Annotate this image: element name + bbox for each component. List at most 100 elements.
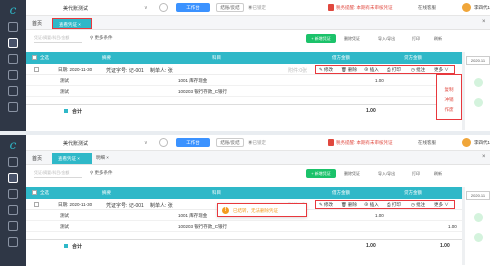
table-row: 测试 1001 库存现金 1.00 xyxy=(26,75,462,86)
row-summary: 测试 xyxy=(60,89,69,94)
tax-warning[interactable]: 税务提醒: 本期有未审核凭证 xyxy=(336,5,393,11)
voucher-icon[interactable] xyxy=(8,38,18,48)
select-all-checkbox[interactable] xyxy=(32,55,37,60)
report-icon[interactable] xyxy=(8,70,18,80)
total-row: 合计 1.00 1.00 xyxy=(26,104,462,116)
batch-delete-button[interactable]: 删除凭证 xyxy=(344,36,360,42)
new-voucher-button[interactable]: + 新增凭证 xyxy=(306,169,336,178)
new-voucher-button[interactable]: + 新增凭证 xyxy=(306,34,336,43)
tab-bar: 首页 查看凭证 × 明细 × × xyxy=(26,151,490,165)
account-icon[interactable] xyxy=(8,54,18,64)
settings-icon[interactable] xyxy=(8,102,18,112)
table-header: 全选 摘要 科目 借方金额 贷方金额 xyxy=(26,52,462,64)
tab-view-voucher[interactable]: 查看凭证 × xyxy=(52,18,92,29)
edit-button[interactable]: ✎ 修改 xyxy=(319,67,333,73)
status-badge xyxy=(474,233,483,242)
header-summary: 摘要 xyxy=(102,190,111,195)
print-voucher-button[interactable]: ⎙ 打印 xyxy=(387,67,401,73)
header-summary: 摘要 xyxy=(102,55,111,60)
voucher-attachments: 附件:0张 xyxy=(288,68,308,74)
support-link[interactable]: 在线客服 xyxy=(418,140,436,146)
menu-item-copy[interactable]: 复制 xyxy=(437,87,461,93)
insert-button[interactable]: ⊕ 插入 xyxy=(364,202,379,208)
tab-bar: 首页 查看凭证 × × xyxy=(26,16,490,30)
approve-button[interactable]: ◷ 批注 xyxy=(411,67,425,73)
tab-view-voucher[interactable]: 查看凭证 × xyxy=(52,153,92,164)
user-name[interactable]: 李四代1 xyxy=(474,140,490,146)
locked-status: ◉已锁定 xyxy=(248,140,266,145)
tax-warning[interactable]: 税务提醒: 本期有未审核凭证 xyxy=(336,140,393,146)
asset-icon[interactable] xyxy=(8,221,18,231)
period-close-button[interactable]: 结账/反结 xyxy=(216,3,244,12)
select-all-checkbox[interactable] xyxy=(32,190,37,195)
batch-delete-button[interactable]: 删除凭证 xyxy=(344,171,360,177)
workbench-button[interactable]: 工作台 xyxy=(176,138,210,147)
search-input[interactable]: 凭证/摘要/科目/金额 xyxy=(34,170,82,178)
row-summary: 测试 xyxy=(60,224,69,229)
refresh-button[interactable]: 刷新 xyxy=(434,36,442,42)
insert-button[interactable]: ⊕ 插入 xyxy=(364,67,379,73)
more-conditions-button[interactable]: ⚲ 更多条件 xyxy=(90,170,113,176)
delete-button[interactable]: 🗑 删除 xyxy=(341,202,357,208)
company-name[interactable]: 美代账测试 xyxy=(63,140,88,147)
account-icon[interactable] xyxy=(8,189,18,199)
approve-button[interactable]: ◷ 批注 xyxy=(411,202,425,208)
voucher-number: 凭证字号: 记-001 xyxy=(106,203,144,209)
refresh-circle-icon[interactable] xyxy=(159,3,168,12)
period-date-chip[interactable]: 2020.11 xyxy=(466,191,490,200)
voucher-checkbox[interactable] xyxy=(34,67,39,72)
close-icon[interactable]: × xyxy=(482,154,486,160)
refresh-button[interactable]: 刷新 xyxy=(434,171,442,177)
avatar[interactable] xyxy=(462,138,471,147)
menu-item-reverse[interactable]: 冲销 xyxy=(437,97,461,103)
print-voucher-button[interactable]: ⎙ 打印 xyxy=(387,202,401,208)
refresh-circle-icon[interactable] xyxy=(159,138,168,147)
asset-icon[interactable] xyxy=(8,86,18,96)
print-button[interactable]: 打印 xyxy=(412,171,420,177)
user-name[interactable]: 李四代1 xyxy=(474,5,490,11)
avatar[interactable] xyxy=(462,3,471,12)
row-debit: 1.00 xyxy=(375,213,384,218)
more-conditions-button[interactable]: ⚲ 更多条件 xyxy=(90,35,113,41)
home-icon[interactable] xyxy=(8,22,18,32)
tab-detail[interactable]: 明细 × xyxy=(96,155,109,161)
company-name[interactable]: 美代账测试 xyxy=(63,5,88,12)
more-dropdown-button[interactable]: 更多 ∨ xyxy=(434,67,449,73)
topbar: 美代账测试 ∨ 工作台 结账/反结 ◉已锁定 税务提醒: 本期有未审核凭证 在线… xyxy=(26,135,490,151)
tab-home[interactable]: 首页 xyxy=(32,155,42,162)
tab-home[interactable]: 首页 xyxy=(32,20,42,27)
support-link[interactable]: 在线客服 xyxy=(418,5,436,11)
row-summary: 测试 xyxy=(60,213,69,218)
header-debit: 借方金额 xyxy=(332,55,350,60)
voucher-checkbox[interactable] xyxy=(34,202,39,207)
search-input[interactable]: 凭证/摘要/科目/金额 xyxy=(34,35,82,43)
scrollbar[interactable] xyxy=(462,52,465,130)
more-conditions-label: 更多条件 xyxy=(94,170,113,175)
voucher-date: 日期: 2020-11-30 xyxy=(58,202,93,207)
report-icon[interactable] xyxy=(8,205,18,215)
toast-message: 已结转，无法删除凭证 xyxy=(233,208,278,213)
chevron-down-icon[interactable]: ∨ xyxy=(144,140,148,146)
more-menu: 复制 冲销 作废 xyxy=(436,74,462,120)
home-icon[interactable] xyxy=(8,157,18,167)
menu-item-void[interactable]: 作废 xyxy=(437,107,461,113)
period-date-chip[interactable]: 2020.11 xyxy=(466,56,490,65)
edit-button[interactable]: ✎ 修改 xyxy=(319,202,333,208)
chevron-down-icon[interactable]: ∨ xyxy=(144,5,148,11)
import-export-button[interactable]: 导入/导出 xyxy=(378,36,395,42)
row-operations: ✎ 修改 🗑 删除 ⊕ 插入 ⎙ 打印 ◷ 批注 更多 ∨ xyxy=(315,200,455,209)
settings-icon[interactable] xyxy=(8,237,18,247)
print-button[interactable]: 打印 xyxy=(412,36,420,42)
right-panel: 2020.11 xyxy=(466,56,490,131)
scrollbar[interactable] xyxy=(462,187,465,265)
row-summary: 测试 xyxy=(60,78,69,83)
workbench-button[interactable]: 工作台 xyxy=(176,3,210,12)
voucher-icon[interactable] xyxy=(8,173,18,183)
delete-button[interactable]: 🗑 删除 xyxy=(341,67,357,73)
more-dropdown-button[interactable]: 更多 ∨ xyxy=(434,202,449,208)
import-export-button[interactable]: 导入/导出 xyxy=(378,171,395,177)
period-close-button[interactable]: 结账/反结 xyxy=(216,138,244,147)
row-credit: 1.00 xyxy=(448,224,457,229)
close-icon[interactable]: × xyxy=(482,19,486,25)
header-debit: 借方金额 xyxy=(332,190,350,195)
